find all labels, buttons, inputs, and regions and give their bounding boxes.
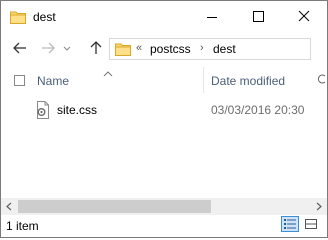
minimize-button[interactable] xyxy=(189,1,235,32)
explorer-window: dest « postcss › dest Name Date modified… xyxy=(0,0,328,238)
details-view-icon xyxy=(284,219,296,229)
status-bar xyxy=(1,215,327,237)
details-view-button[interactable] xyxy=(281,216,299,232)
scrollbar-thumb[interactable] xyxy=(18,200,211,213)
breadcrumb-postcss[interactable]: postcss xyxy=(150,42,191,56)
window-title: dest xyxy=(33,10,56,24)
column-divider[interactable] xyxy=(203,67,204,93)
back-button[interactable] xyxy=(9,38,31,58)
scroll-left-icon xyxy=(6,202,12,211)
horizontal-scrollbar[interactable] xyxy=(1,198,327,215)
column-name[interactable]: Name xyxy=(37,74,69,88)
maximize-button[interactable] xyxy=(235,1,281,32)
large-icons-view-button[interactable] xyxy=(302,216,320,232)
sort-ascending-icon xyxy=(103,66,113,80)
item-count: 1 item xyxy=(6,219,39,233)
navigation-bar: « postcss › dest xyxy=(1,32,327,84)
address-bar[interactable]: « postcss › dest xyxy=(109,38,311,60)
arrow-up-icon xyxy=(90,41,102,54)
forward-button[interactable] xyxy=(37,38,59,58)
column-date-modified[interactable]: Date modified xyxy=(211,74,285,88)
folder-icon xyxy=(10,10,26,27)
close-button[interactable] xyxy=(281,1,327,32)
breadcrumb-separator[interactable]: › xyxy=(200,42,204,54)
file-date-modified: 03/03/2016 20:30 xyxy=(211,103,305,117)
chevron-down-icon xyxy=(63,46,71,51)
title-bar[interactable]: dest xyxy=(1,1,327,32)
large-icons-view-icon xyxy=(305,219,317,229)
folder-icon xyxy=(115,42,131,59)
arrow-right-icon xyxy=(42,42,55,54)
scroll-right-icon xyxy=(316,202,322,211)
file-name[interactable]: site.css xyxy=(57,103,97,117)
arrow-left-icon xyxy=(13,42,26,54)
css-file-icon xyxy=(35,101,51,122)
scroll-right-button[interactable] xyxy=(310,198,327,215)
select-all-checkbox[interactable] xyxy=(14,75,25,86)
up-button[interactable] xyxy=(85,38,107,58)
recent-locations-button[interactable] xyxy=(61,38,73,58)
breadcrumb-dest[interactable]: dest xyxy=(213,42,236,56)
breadcrumb-overflow[interactable]: « xyxy=(136,42,142,54)
scroll-left-button[interactable] xyxy=(1,198,18,215)
